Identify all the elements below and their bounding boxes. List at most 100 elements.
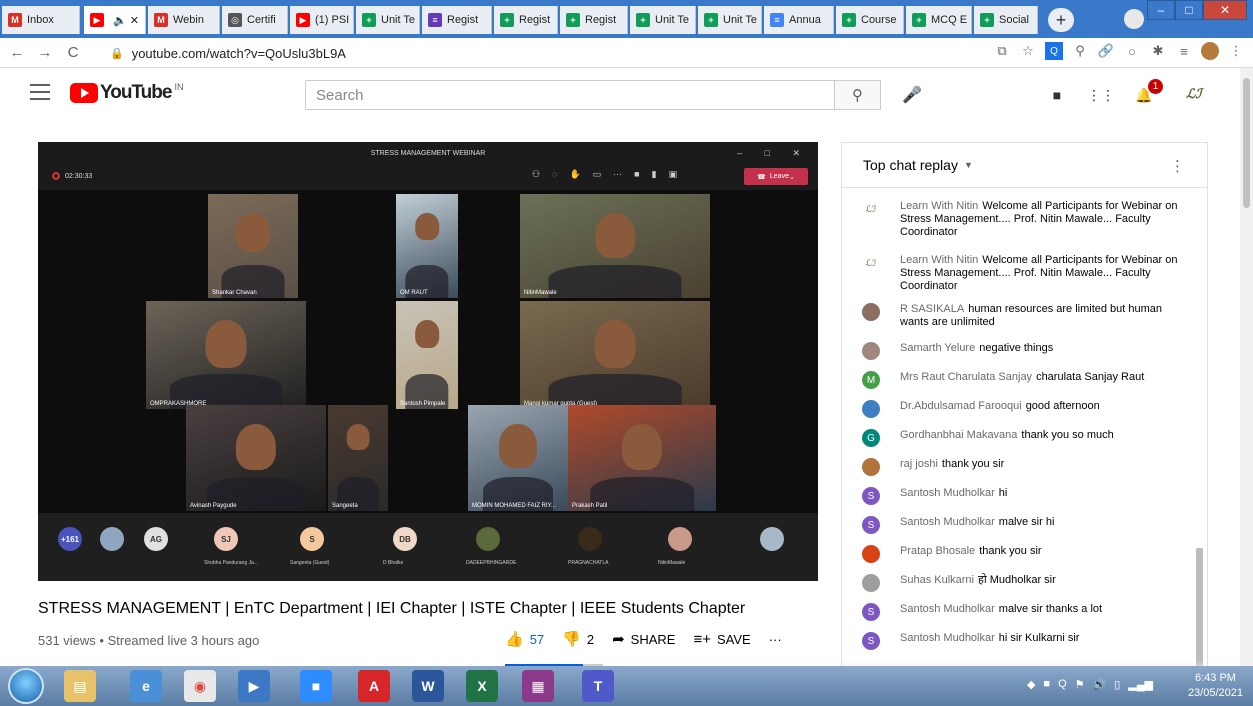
extension-q-icon[interactable]: Q (1045, 42, 1063, 60)
chat-author[interactable]: Samarth Yelure (900, 342, 975, 354)
chat-avatar[interactable]: M (862, 371, 880, 389)
tray-zoom-icon[interactable]: ■ (1043, 678, 1050, 691)
chrome-icon[interactable]: ◉ (184, 670, 216, 702)
acrobat-icon[interactable]: A (358, 670, 390, 702)
browser-tab[interactable]: ▶ 🔈 ✕ (84, 6, 146, 34)
forward-icon[interactable]: → (34, 42, 56, 64)
browser-tab[interactable]: + MCQ E (906, 6, 972, 34)
dislike-button[interactable]: 👎 2 (562, 630, 594, 648)
reload-icon[interactable]: C (62, 42, 84, 64)
chat-scrollbar-thumb[interactable] (1196, 548, 1203, 668)
chat-author[interactable]: Santosh Mudholkar (900, 487, 995, 499)
browser-tab[interactable]: ≡ Annua (764, 6, 834, 34)
install-icon[interactable]: ⧉ (993, 42, 1011, 60)
address-bar[interactable]: 🔒 youtube.com/watch?v=QoUslu3bL9A (110, 41, 940, 65)
tray-flag-icon[interactable]: ⚑ (1075, 678, 1085, 691)
reading-list-icon[interactable]: ≡ (1175, 42, 1193, 60)
chat-avatar[interactable]: G (862, 429, 880, 447)
chat-author[interactable]: Gordhanbhai Makavana (900, 429, 1017, 441)
chat-avatar[interactable]: ℒℐ (862, 254, 880, 272)
account-avatar[interactable]: ℒℐ (1186, 87, 1201, 102)
chat-author[interactable]: Mrs Raut Charulata Sanjay (900, 371, 1032, 383)
chat-avatar[interactable] (862, 303, 880, 321)
browser-tab[interactable]: + Unit Te (356, 6, 420, 34)
browser-tab[interactable]: + Unit Te (698, 6, 762, 34)
tab-close-icon[interactable]: 🔈 ✕ (113, 14, 139, 27)
power-icon[interactable]: ▯ (1114, 678, 1120, 691)
browser-tab[interactable]: + Course (836, 6, 904, 34)
media-app-icon[interactable]: ▶ (238, 670, 270, 702)
chat-avatar[interactable] (862, 545, 880, 563)
voice-search-icon[interactable]: 🎤 (900, 83, 924, 107)
chat-avatar[interactable]: ℒℐ (862, 200, 880, 218)
zoom-search-icon[interactable]: ⚲ (1071, 42, 1089, 60)
back-icon[interactable]: ← (6, 42, 28, 64)
chat-avatar[interactable]: S (862, 632, 880, 650)
chat-author[interactable]: Learn With Nitin (900, 254, 978, 266)
puzzle-extension-icon[interactable]: ✱ (1149, 42, 1167, 60)
share-button[interactable]: ➦ SHARE (612, 630, 675, 648)
chat-avatar[interactable] (862, 400, 880, 418)
chat-author[interactable]: Pratap Bhosale (900, 545, 975, 557)
circle-extension-icon[interactable]: ○ (1123, 42, 1141, 60)
new-tab-button[interactable]: + (1048, 8, 1074, 32)
chat-avatar[interactable] (862, 574, 880, 592)
browser-tab[interactable]: + Regist (494, 6, 558, 34)
zoom-icon[interactable]: ■ (300, 670, 332, 702)
apps-grid-icon[interactable]: ⋮⋮ (1087, 84, 1115, 106)
volume-icon[interactable]: 🔊 (1093, 678, 1107, 691)
save-button[interactable]: ≡+ SAVE (693, 631, 750, 648)
browser-tab[interactable]: ≡ Regist (422, 6, 492, 34)
youtube-logo[interactable]: YouTube IN (70, 82, 183, 104)
teams-icon[interactable]: T (582, 670, 614, 702)
winrar-icon[interactable]: ▦ (522, 670, 554, 702)
internet-explorer-icon[interactable]: e (130, 670, 162, 702)
maximize-icon[interactable]: □ (1175, 0, 1203, 20)
chat-avatar[interactable]: S (862, 603, 880, 621)
chat-author[interactable]: Dr.Abdulsamad Farooqui (900, 400, 1022, 412)
close-window-icon[interactable]: ✕ (1203, 0, 1247, 20)
chat-avatar[interactable]: S (862, 516, 880, 534)
video-player[interactable]: STRESS MANAGEMENT WEBINAR – □ ✕ 02:30:33… (38, 142, 818, 581)
tray-q-icon[interactable]: Q (1058, 678, 1067, 691)
start-button[interactable] (8, 668, 44, 704)
signal-icon[interactable]: ▂▄▆ (1128, 678, 1153, 691)
taskbar-clock[interactable]: 6:43 PM 23/05/2021 (1188, 671, 1243, 701)
browser-tab[interactable]: M Webin (148, 6, 220, 34)
chat-avatar[interactable] (862, 342, 880, 360)
hamburger-menu-icon[interactable] (30, 84, 50, 100)
minimize-icon[interactable]: – (1147, 0, 1175, 20)
browser-tab[interactable]: + Social (974, 6, 1038, 34)
browser-tab[interactable]: M Inbox (2, 6, 80, 34)
chat-header[interactable]: Top chat replay ▼ ⋮ (842, 143, 1207, 188)
chat-author[interactable]: Santosh Mudholkar (900, 603, 995, 615)
chat-author[interactable]: Santosh Mudholkar (900, 632, 995, 644)
chat-author[interactable]: R SASIKALA (900, 303, 964, 315)
chat-author[interactable]: Learn With Nitin (900, 200, 978, 212)
word-icon[interactable]: W (412, 670, 444, 702)
more-actions-icon[interactable]: ··· (769, 632, 782, 647)
link-icon[interactable]: 🔗 (1097, 42, 1115, 60)
profile-icon[interactable] (1124, 9, 1144, 29)
chat-avatar[interactable] (862, 458, 880, 476)
chat-more-icon[interactable]: ⋮ (1170, 157, 1185, 175)
chrome-menu-icon[interactable]: ⋮ (1227, 42, 1245, 60)
chat-author[interactable]: Santosh Mudholkar (900, 516, 995, 528)
search-button[interactable]: ⚲ (835, 80, 881, 110)
browser-tab[interactable]: ▶ (1) PSI (290, 6, 354, 34)
search-input[interactable]: Search (305, 80, 835, 110)
tray-app-icon[interactable]: ◆ (1027, 678, 1035, 691)
page-scrollbar-thumb[interactable] (1243, 78, 1250, 208)
excel-icon[interactable]: X (466, 670, 498, 702)
browser-tab[interactable]: ◎ Certifi (222, 6, 288, 34)
user-avatar-icon[interactable] (1201, 42, 1219, 60)
create-video-icon[interactable]: ■ (1046, 84, 1068, 106)
bookmark-star-icon[interactable]: ☆ (1019, 42, 1037, 60)
file-explorer-icon[interactable]: ▤ (64, 670, 96, 702)
like-button[interactable]: 👍 57 (505, 630, 544, 648)
chat-author[interactable]: Suhas Kulkarni (900, 574, 974, 586)
page-scrollbar[interactable] (1240, 68, 1253, 666)
chat-author[interactable]: raj joshi (900, 458, 938, 470)
browser-tab[interactable]: + Unit Te (630, 6, 696, 34)
browser-tab[interactable]: + Regist (560, 6, 628, 34)
